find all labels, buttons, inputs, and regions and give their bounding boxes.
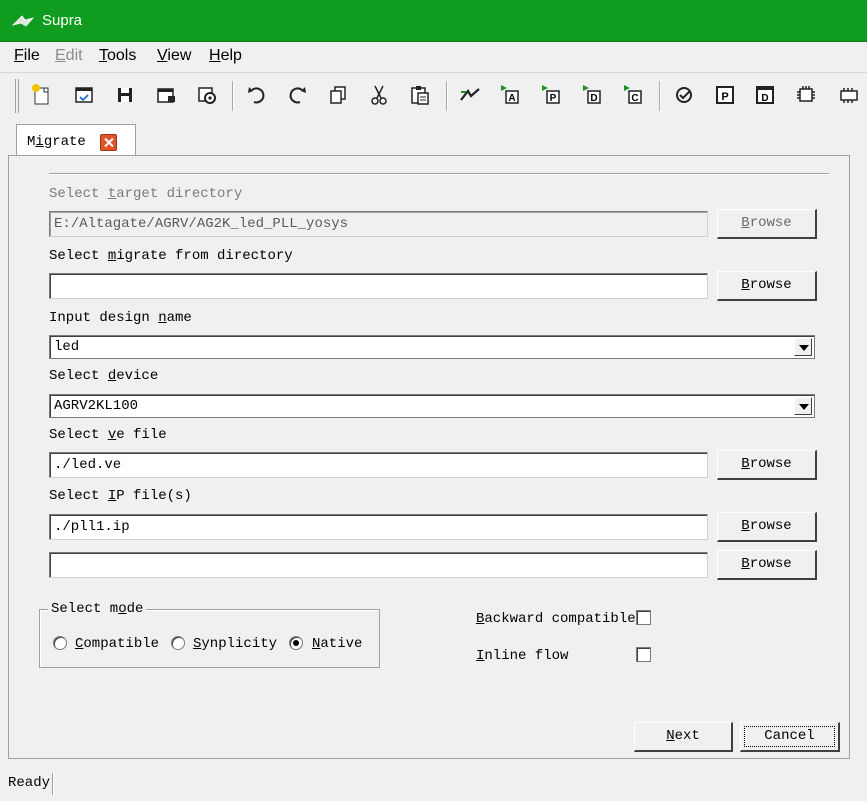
check-icon[interactable] bbox=[671, 82, 697, 108]
browse-target-button: Browse bbox=[717, 209, 817, 239]
separator-line bbox=[49, 173, 829, 175]
browse-migrate-button[interactable]: Browse bbox=[717, 271, 817, 301]
ip-files-label: Select IP file(s) bbox=[49, 488, 192, 504]
target-directory-label: Select target directory bbox=[49, 186, 243, 202]
toolbar-separator bbox=[232, 81, 234, 111]
radio-synplicity-label[interactable]: Synplicity bbox=[193, 636, 277, 652]
design-name-value: led bbox=[54, 339, 80, 355]
radio-synplicity[interactable] bbox=[171, 636, 185, 650]
radio-native-label[interactable]: Native bbox=[312, 636, 362, 652]
radio-native[interactable] bbox=[289, 636, 303, 650]
window-title: Supra bbox=[42, 12, 83, 29]
design-name-label: Input design name bbox=[49, 310, 192, 326]
svg-text:C: C bbox=[631, 93, 638, 104]
device-select[interactable]: AGRV2KL100 bbox=[49, 394, 815, 418]
d-panel-icon[interactable]: D bbox=[752, 82, 778, 108]
status-bar: Ready bbox=[0, 767, 867, 801]
device-label: Select device bbox=[49, 368, 159, 384]
title-bar: Supra bbox=[0, 0, 867, 42]
radio-compatible-label[interactable]: Compatible bbox=[75, 636, 159, 652]
menu-bar: File Edit Tools View Help bbox=[0, 42, 867, 70]
close-icon[interactable] bbox=[100, 134, 117, 151]
menu-view[interactable]: View bbox=[157, 47, 191, 65]
save-icon[interactable] bbox=[112, 82, 138, 108]
svg-text:P: P bbox=[550, 93, 557, 104]
svg-text:D: D bbox=[761, 93, 768, 104]
run-p-icon[interactable]: P bbox=[539, 82, 565, 108]
p-panel-icon[interactable]: P bbox=[712, 82, 738, 108]
tab-migrate-label: Migrate bbox=[27, 134, 86, 150]
run-c-icon[interactable]: C bbox=[621, 82, 647, 108]
menu-file[interactable]: File bbox=[14, 47, 40, 65]
chevron-down-icon[interactable] bbox=[794, 397, 812, 415]
ve-file-label: Select ve file bbox=[49, 427, 167, 443]
cancel-button[interactable]: Cancel bbox=[740, 722, 840, 752]
new-project-icon[interactable] bbox=[29, 82, 55, 108]
inline-flow-checkbox[interactable] bbox=[636, 647, 651, 662]
chip-icon[interactable] bbox=[793, 82, 819, 108]
cut-icon[interactable] bbox=[366, 82, 392, 108]
more-icon[interactable] bbox=[836, 82, 862, 108]
ip-file-input-1[interactable]: ./pll1.ip bbox=[49, 514, 708, 540]
svg-text:P: P bbox=[721, 91, 728, 103]
supra-logo-icon bbox=[12, 15, 34, 27]
chevron-down-icon[interactable] bbox=[794, 338, 812, 356]
paste-icon[interactable] bbox=[407, 82, 433, 108]
ve-file-input[interactable]: ./led.ve bbox=[49, 452, 708, 478]
backward-compatible-label[interactable]: Backward compatible bbox=[476, 611, 636, 627]
ip-file-input-2[interactable] bbox=[49, 552, 708, 578]
run-a-icon[interactable]: A bbox=[498, 82, 524, 108]
run-d-icon[interactable]: D bbox=[580, 82, 606, 108]
toolbar-grip[interactable] bbox=[15, 79, 19, 113]
menu-edit[interactable]: Edit bbox=[55, 47, 83, 65]
toolbar-separator bbox=[446, 81, 448, 111]
device-value: AGRV2KL100 bbox=[54, 398, 139, 414]
status-text: Ready bbox=[8, 775, 51, 791]
open-project-icon[interactable] bbox=[71, 82, 97, 108]
migrate-from-input[interactable] bbox=[49, 273, 708, 299]
toolbar-separator bbox=[659, 81, 661, 111]
redo-icon[interactable] bbox=[284, 82, 310, 108]
tab-migrate[interactable]: Migrate bbox=[16, 124, 136, 157]
browse-ve-button[interactable]: Browse bbox=[717, 450, 817, 480]
save-as-icon[interactable] bbox=[153, 82, 179, 108]
backward-compatible-checkbox[interactable] bbox=[636, 610, 651, 625]
status-separator bbox=[52, 773, 54, 795]
radio-compatible[interactable] bbox=[53, 636, 67, 650]
menu-tools[interactable]: Tools bbox=[99, 47, 136, 65]
target-directory-input: E:/Altagate/AGRV/AG2K_led_PLL_yosys bbox=[49, 211, 708, 237]
tab-strip: Migrate bbox=[8, 120, 850, 157]
inline-flow-label[interactable]: Inline flow bbox=[476, 648, 568, 664]
undo-icon[interactable] bbox=[244, 82, 270, 108]
menu-help[interactable]: Help bbox=[209, 47, 242, 65]
design-name-select[interactable]: led bbox=[49, 335, 815, 359]
toolbar: A P D C P D bbox=[0, 72, 867, 118]
browse-ip-button-2[interactable]: Browse bbox=[717, 550, 817, 580]
browse-ip-button-1[interactable]: Browse bbox=[717, 512, 817, 542]
copy-icon[interactable] bbox=[325, 82, 351, 108]
select-mode-legend: Select mode bbox=[48, 601, 147, 617]
svg-text:D: D bbox=[590, 93, 597, 104]
compile-icon[interactable] bbox=[457, 82, 483, 108]
svg-text:A: A bbox=[508, 93, 515, 104]
settings-icon[interactable] bbox=[194, 82, 220, 108]
next-button[interactable]: Next bbox=[634, 722, 733, 752]
migrate-from-label: Select migrate from directory bbox=[49, 248, 293, 264]
